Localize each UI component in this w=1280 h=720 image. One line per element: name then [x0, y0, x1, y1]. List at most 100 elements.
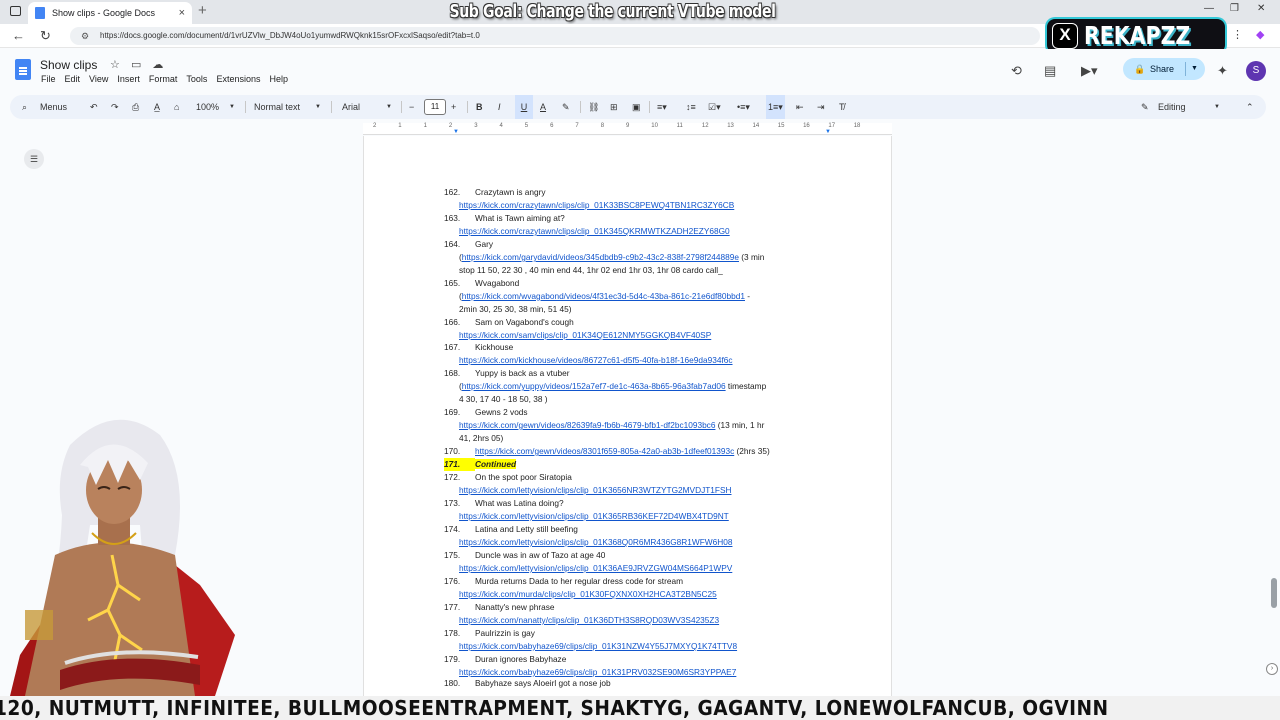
menu-edit[interactable]: Edit — [65, 74, 81, 84]
clip-link[interactable]: https://kick.com/lettyvision/clips/clip_… — [459, 511, 729, 521]
bold-icon[interactable]: B — [476, 95, 483, 119]
ruler-tick-label: 18 — [853, 123, 861, 129]
entry-title: Crazytawn is angry — [475, 187, 546, 197]
gemini-spark-icon[interactable]: ✦ — [1217, 63, 1228, 79]
version-history-icon[interactable]: ⟲ — [1011, 63, 1022, 79]
underline-icon[interactable]: U — [515, 95, 533, 119]
window-close-icon[interactable]: ✕ — [1257, 3, 1265, 14]
clip-link[interactable]: https://kick.com/crazytawn/clips/clip_01… — [459, 226, 730, 236]
gemini-icon[interactable]: ◆ — [1256, 28, 1264, 41]
document-page[interactable]: 162. Crazytawn is angry https://kick.com/c… — [363, 136, 892, 696]
list-item: 175. Duncle was in aw of Tazo at age 40 ht… — [444, 549, 844, 575]
clip-link[interactable]: https://kick.com/wvagabond/videos/4f31ec… — [462, 291, 745, 301]
link-icon[interactable]: ⛓ — [588, 95, 599, 119]
meet-icon[interactable]: ▶▾ — [1081, 63, 1098, 79]
chevron-down-icon[interactable]: ▼ — [1214, 95, 1220, 119]
site-info-icon[interactable]: ⚙ — [81, 27, 89, 45]
clip-link[interactable]: https://kick.com/garydavid/videos/345dbd… — [462, 252, 739, 262]
clip-link[interactable]: https://kick.com/babyhaze69/clips/clip_0… — [459, 667, 736, 677]
back-arrow-icon[interactable]: ← — [12, 28, 25, 43]
font-size-input[interactable]: 11 — [424, 99, 446, 115]
entry-title: Wvagabond — [475, 278, 520, 288]
menu-format[interactable]: Format — [149, 74, 178, 84]
search-icon[interactable]: ⌕ — [22, 95, 27, 119]
highlight-icon[interactable]: ✎ — [562, 95, 570, 119]
menu-view[interactable]: View — [89, 74, 108, 84]
style-select[interactable]: Normal text — [254, 95, 300, 119]
docs-logo-icon[interactable] — [15, 59, 31, 80]
tab-close-icon[interactable]: × — [179, 2, 185, 24]
move-folder-icon[interactable]: ▭ — [131, 59, 141, 71]
clip-link[interactable]: https://kick.com/murda/clips/clip_01K30F… — [459, 589, 717, 599]
clip-link[interactable]: https://kick.com/gewn/videos/8301f659-80… — [475, 446, 734, 456]
comments-icon[interactable]: ▤ — [1044, 63, 1056, 79]
window-menu-icon[interactable] — [10, 6, 21, 16]
paint-format-icon[interactable]: ⌂ — [174, 95, 179, 119]
redo-icon[interactable]: ↷ — [111, 95, 119, 119]
clip-link[interactable]: https://kick.com/babyhaze69/clips/clip_0… — [459, 641, 737, 651]
menu-tools[interactable]: Tools — [186, 74, 207, 84]
chevron-down-icon[interactable]: ▼ — [1191, 58, 1198, 80]
new-tab-button[interactable]: + — [198, 2, 207, 19]
clip-link[interactable]: https://kick.com/lettyvision/clips/clip_… — [459, 563, 732, 573]
clear-formatting-icon[interactable]: T̸ — [839, 95, 845, 119]
increase-indent-icon[interactable]: ⇥ — [817, 95, 825, 119]
clip-link[interactable]: https://kick.com/kickhouse/videos/86727c… — [459, 355, 733, 365]
indent-marker-icon[interactable]: ▼ — [453, 129, 459, 135]
increase-font-icon[interactable]: + — [451, 95, 456, 119]
cloud-status-icon[interactable]: ☁ — [152, 59, 163, 71]
maximize-icon[interactable]: ❐ — [1230, 3, 1239, 14]
clip-link[interactable]: https://kick.com/crazytawn/clips/clip_01… — [459, 200, 734, 210]
menu-extensions[interactable]: Extensions — [216, 74, 260, 84]
numbered-list-icon[interactable]: 1≡▾ — [766, 95, 785, 119]
chevron-down-icon[interactable]: ▼ — [229, 95, 235, 119]
menu-help[interactable]: Help — [269, 74, 288, 84]
url-field[interactable]: ⚙ https://docs.google.com/document/d/1vr… — [70, 27, 1040, 45]
clip-link[interactable]: https://kick.com/gewn/videos/82639fa9-fb… — [459, 420, 715, 430]
scrollbar-thumb[interactable] — [1271, 578, 1277, 608]
list-item: 167. Kickhouse https://kick.com/kickhouse/… — [444, 341, 844, 367]
menus-search-label[interactable]: Menus — [40, 95, 67, 119]
insert-image-icon[interactable]: ▣ — [632, 95, 641, 119]
undo-icon[interactable]: ↶ — [90, 95, 98, 119]
menu-insert[interactable]: Insert — [117, 74, 140, 84]
reload-icon[interactable]: ↻ — [40, 28, 51, 44]
checklist-icon[interactable]: ☑▾ — [708, 95, 721, 119]
x-logo-icon: X — [1052, 23, 1078, 49]
bulleted-list-icon[interactable]: •≡▾ — [737, 95, 750, 119]
horizontal-ruler[interactable]: ▼ ▼ 2 1 1 2 3 4 5 6 7 8 9 10 11 12 13 14 15 16 17 18 — [363, 123, 892, 135]
minimize-icon[interactable]: — — [1204, 3, 1214, 14]
spellcheck-icon[interactable]: A̲ — [154, 95, 160, 119]
vertical-scrollbar[interactable] — [1268, 136, 1280, 696]
text-color-icon[interactable]: A — [540, 95, 546, 119]
line-spacing-icon[interactable]: ↕≡ — [686, 95, 696, 119]
align-icon[interactable]: ≡▾ — [657, 95, 667, 119]
side-panel-arrow-icon[interactable]: › — [1266, 663, 1278, 675]
entry-title: Paulrizzin is gay — [475, 628, 535, 638]
star-icon[interactable]: ☆ — [110, 59, 120, 71]
avatar[interactable]: S — [1246, 61, 1266, 81]
document-outline-icon[interactable]: ☰ — [24, 149, 44, 169]
chevron-down-icon[interactable]: ▼ — [315, 95, 321, 119]
chevron-down-icon[interactable]: ▼ — [386, 95, 392, 119]
clip-link[interactable]: https://kick.com/lettyvision/clips/clip_… — [459, 485, 732, 495]
zoom-select[interactable]: 100% — [196, 95, 219, 119]
document-title[interactable]: Show clips — [40, 58, 97, 72]
font-select[interactable]: Arial — [342, 95, 360, 119]
add-comment-icon[interactable]: ⊞ — [610, 95, 618, 119]
collapse-menus-icon[interactable]: ⌃ — [1246, 95, 1254, 119]
clip-link[interactable]: https://kick.com/sam/clips/clip_01K34QE6… — [459, 330, 711, 340]
clip-link[interactable]: https://kick.com/yuppy/videos/152a7ef7-d… — [462, 381, 726, 391]
share-button[interactable]: 🔒 Share ▼ — [1123, 58, 1205, 80]
clip-link[interactable]: https://kick.com/nanatty/clips/clip_01K3… — [459, 615, 719, 625]
menu-file[interactable]: File — [41, 74, 56, 84]
editing-mode-select[interactable]: Editing — [1158, 95, 1186, 119]
italic-icon[interactable]: I — [498, 95, 501, 119]
right-indent-marker-icon[interactable]: ▼ — [825, 129, 831, 135]
clip-link[interactable]: https://kick.com/lettyvision/clips/clip_… — [459, 537, 732, 547]
browser-tab[interactable]: Show clips - Google Docs × — [28, 2, 192, 24]
extension-menu-icon[interactable]: ⋮ — [1232, 28, 1243, 41]
decrease-indent-icon[interactable]: ⇤ — [796, 95, 804, 119]
print-icon[interactable]: ⎙ — [132, 95, 139, 119]
decrease-font-icon[interactable]: − — [409, 95, 414, 119]
